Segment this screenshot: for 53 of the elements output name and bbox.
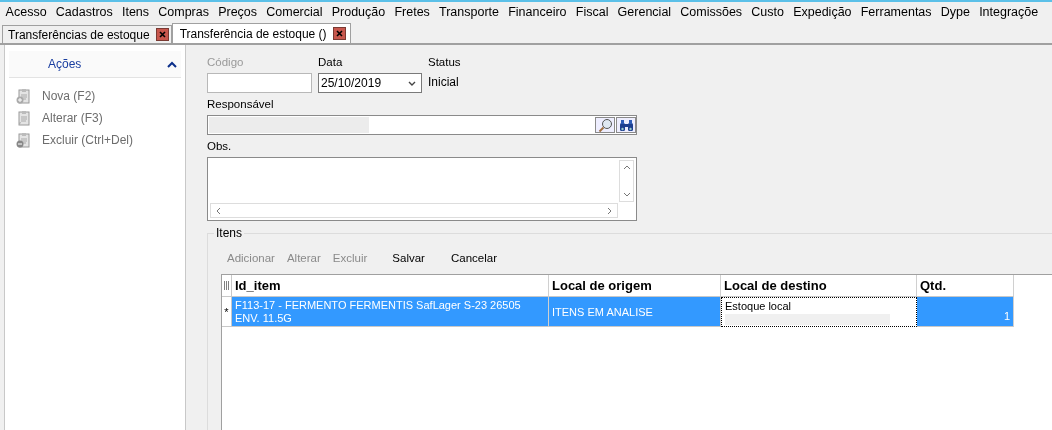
status-value: Inicial — [428, 74, 460, 91]
menu-item[interactable]: Cadastros — [51, 5, 118, 19]
table-cell: ITENS EM ANALISE — [549, 297, 721, 327]
menu-item[interactable]: Ferramentas — [856, 5, 937, 19]
column-header[interactable]: Qtd. — [917, 275, 1014, 297]
field-label: Obs. — [207, 139, 233, 153]
clipboard-icon — [16, 88, 30, 104]
menu-item[interactable]: Preços — [213, 5, 262, 19]
menu-item[interactable]: Dype — [936, 5, 975, 19]
table-cell: F113-17 - FERMENTO FERMENTIS SafLager S-23 26505 ENV. 11.5G — [232, 297, 549, 327]
close-icon — [335, 30, 343, 37]
column-header[interactable]: Local de destino — [721, 275, 917, 297]
clipboard-icon — [16, 110, 30, 126]
toolbar-button[interactable]: Cancelar — [450, 252, 497, 264]
close-button[interactable] — [155, 28, 169, 41]
menu-item[interactable]: Comercial — [261, 5, 328, 19]
menu-item[interactable]: Compras — [153, 5, 214, 19]
menu-item[interactable]: Integraçõe — [974, 5, 1043, 19]
field-label: Data — [318, 55, 344, 69]
field-label: Responsável — [207, 97, 275, 111]
menu-item[interactable]: Custo — [746, 5, 789, 19]
menu-item[interactable]: Gerencial — [613, 5, 676, 19]
close-button[interactable] — [332, 27, 346, 40]
group-title: Itens — [214, 226, 244, 240]
clipboard-icon — [16, 132, 30, 148]
horizontal-scrollbar[interactable] — [210, 203, 618, 218]
menu-item[interactable]: Transporte — [434, 5, 504, 19]
menu-item[interactable]: Acesso — [1, 5, 52, 19]
row-indicator: * — [222, 297, 232, 327]
list-icon — [224, 281, 229, 290]
column-header[interactable]: Id_item — [232, 275, 549, 297]
close-icon — [158, 31, 166, 38]
table-cell: 1 — [917, 297, 1014, 327]
vertical-scrollbar[interactable] — [619, 160, 634, 202]
collapse-icon[interactable] — [167, 60, 177, 68]
toolbar-button[interactable]: Salvar — [392, 252, 425, 264]
date-dropdown[interactable]: 25/10/2019 — [318, 73, 422, 93]
menu-item[interactable]: Itens — [117, 5, 154, 19]
menu-item[interactable]: Financeiro — [503, 5, 572, 19]
tab[interactable]: Transferência de estoque () — [171, 23, 351, 43]
field-label: Código — [207, 55, 245, 69]
notes-field[interactable] — [207, 157, 637, 221]
menu-item[interactable]: Fretes — [389, 5, 435, 19]
tab[interactable]: Transferências de estoque — [2, 25, 172, 43]
section-title: Ações — [48, 57, 82, 71]
column-header[interactable]: Local de origem — [549, 275, 721, 297]
menu-item[interactable]: Expedição — [788, 5, 857, 19]
menu-item[interactable]: Fiscal — [571, 5, 613, 19]
field-label: Status — [428, 55, 461, 69]
menu-item[interactable]: Comissões — [675, 5, 747, 19]
caret-icon — [408, 80, 416, 86]
cell-editor[interactable]: Estoque local — [721, 297, 917, 327]
menu-item[interactable]: Produção — [327, 5, 390, 19]
